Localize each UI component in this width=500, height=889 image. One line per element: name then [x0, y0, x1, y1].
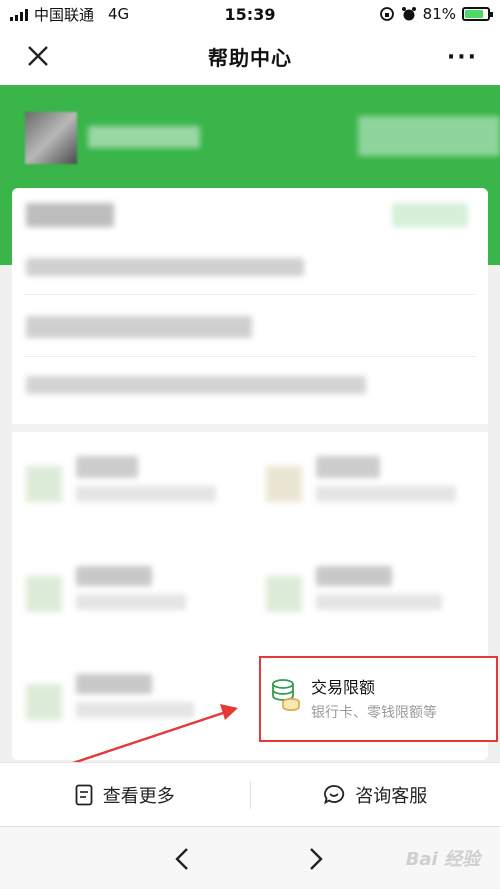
- feature-sub-blurred: [316, 594, 442, 610]
- nav-bar: 帮助中心 ···: [0, 28, 500, 85]
- feature-title-blurred[interactable]: [76, 674, 152, 694]
- alarm-icon: [401, 7, 416, 21]
- watermark: Bai 经验: [405, 849, 480, 870]
- feature-icon-blurred: [266, 466, 302, 502]
- feature-icon-blurred: [26, 466, 62, 502]
- feature-sub-blurred: [76, 594, 186, 610]
- feature-sub-blurred: [316, 486, 456, 502]
- battery-fill: [465, 10, 483, 18]
- page-title: 帮助中心: [208, 46, 292, 70]
- forward-icon[interactable]: [306, 845, 326, 873]
- feature-title: 交易限额: [311, 678, 376, 697]
- feature-title-blurred[interactable]: [76, 566, 152, 586]
- feature-subtitle: 银行卡、零钱限额等: [311, 705, 437, 721]
- section-title-blurred: [26, 203, 114, 227]
- back-icon[interactable]: [172, 845, 192, 873]
- action-bar: 查看更多 咨询客服: [0, 762, 500, 826]
- avatar: [25, 112, 77, 164]
- feature-title-blurred[interactable]: [316, 456, 380, 478]
- view-more-label: 查看更多: [102, 785, 175, 807]
- feature-sub-blurred: [76, 486, 216, 502]
- document-icon: [75, 784, 93, 805]
- feature-sub-blurred: [76, 702, 194, 718]
- faq-item-blurred[interactable]: [26, 316, 252, 338]
- status-bar: 中国联通 4G 15:39 81%: [0, 0, 500, 28]
- divider: [12, 424, 488, 432]
- more-options-icon[interactable]: ···: [447, 45, 478, 70]
- status-right: 81%: [330, 5, 493, 23]
- faq-item-blurred[interactable]: [26, 376, 366, 394]
- header-info-blurred: [358, 116, 500, 156]
- signal-icon: [10, 8, 28, 21]
- coins-icon: [272, 679, 300, 711]
- view-more-button[interactable]: 查看更多: [0, 782, 250, 808]
- divider: [24, 294, 476, 295]
- customer-service-label: 咨询客服: [355, 785, 428, 807]
- customer-service-button[interactable]: 咨询客服: [251, 782, 500, 808]
- close-icon[interactable]: [24, 42, 52, 70]
- feature-icon-blurred: [26, 684, 62, 720]
- status-left: 中国联通 4G: [10, 4, 170, 25]
- divider: [24, 356, 476, 357]
- browser-nav-bar: Bai 经验: [0, 826, 500, 889]
- carrier-label: 中国联通: [34, 5, 95, 24]
- feature-icon-blurred: [26, 576, 62, 612]
- battery-percent: 81%: [422, 5, 456, 23]
- feature-title-blurred[interactable]: [76, 456, 138, 478]
- feature-title-blurred[interactable]: [316, 566, 392, 586]
- network-label: 4G: [108, 5, 130, 23]
- chat-bubble-icon: [324, 784, 345, 804]
- rotation-lock-icon: [379, 7, 394, 21]
- feature-icon-blurred: [266, 576, 302, 612]
- status-time: 15:39: [224, 4, 276, 24]
- transaction-limit-item[interactable]: 交易限额 银行卡、零钱限额等: [259, 656, 498, 742]
- battery-icon: [462, 7, 493, 21]
- faq-item-blurred[interactable]: [26, 258, 304, 276]
- username-blurred: [88, 126, 200, 148]
- section-link-blurred[interactable]: [392, 203, 468, 227]
